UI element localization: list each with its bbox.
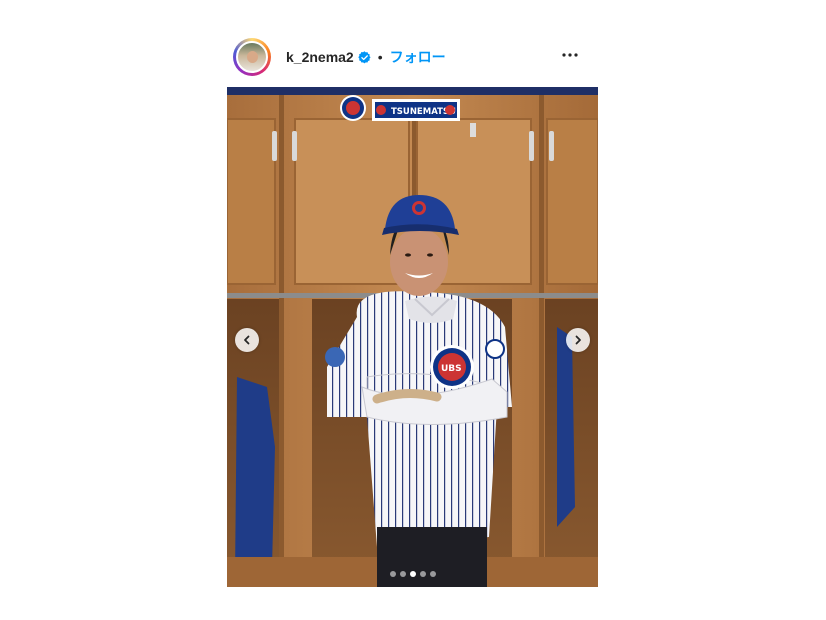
separator-dot: • (377, 49, 383, 65)
carousel-dot (429, 571, 436, 577)
jersey-logo-text: UBS (441, 364, 462, 374)
carousel-indicator (227, 571, 598, 577)
post-photo[interactable]: TSUNEMATSU UBS (227, 87, 598, 587)
verified-badge-icon (358, 50, 371, 63)
post-header: k_2nema2 • フォロー (233, 36, 589, 78)
carousel-dot (399, 571, 406, 577)
avatar-story-ring[interactable] (233, 38, 271, 76)
more-horizontal-icon[interactable] (561, 46, 579, 64)
avatar[interactable] (236, 41, 268, 73)
carousel-next-button[interactable] (566, 328, 590, 352)
chevron-left-icon (244, 335, 250, 345)
chevron-right-icon (575, 335, 581, 345)
username-link[interactable]: k_2nema2 (286, 49, 354, 65)
carousel-prev-button[interactable] (235, 328, 259, 352)
carousel-dot (419, 571, 426, 577)
carousel-dot (389, 571, 396, 577)
carousel-dot (409, 571, 416, 577)
locker-room-photo: TSUNEMATSU UBS (227, 87, 598, 587)
follow-button[interactable]: フォロー (390, 47, 446, 67)
